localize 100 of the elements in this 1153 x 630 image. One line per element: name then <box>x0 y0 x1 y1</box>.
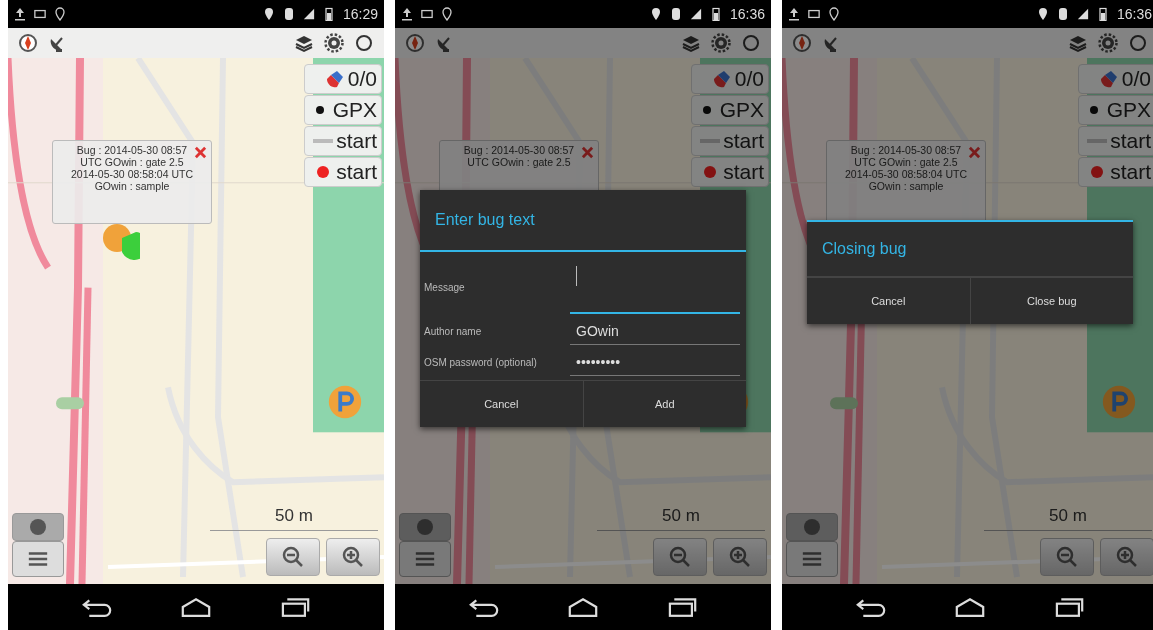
map-overlay-button[interactable]: 0/0 <box>304 64 382 94</box>
home-icon[interactable] <box>566 596 600 618</box>
zoom-in-button[interactable] <box>326 538 380 576</box>
battery-icon <box>1096 7 1109 21</box>
map-overlay-button[interactable]: start <box>691 126 769 156</box>
location-pin-icon <box>262 7 275 21</box>
map-overlay-button[interactable]: 0/0 <box>1078 64 1153 94</box>
signal-icon <box>302 7 315 21</box>
map-overlay-button[interactable]: start <box>1078 126 1153 156</box>
scale-bar: 50 m <box>597 506 765 531</box>
zoom-out-icon <box>281 545 305 569</box>
image-icon <box>421 7 433 21</box>
map-overlay-button[interactable]: GPX <box>691 95 769 125</box>
zoom-out-button[interactable] <box>266 538 320 576</box>
parking-icon <box>1100 383 1138 421</box>
menu-button[interactable] <box>399 541 451 577</box>
map-overlay-button[interactable]: GPX <box>304 95 382 125</box>
scale-bar: 50 m <box>210 506 378 531</box>
zoom-in-button[interactable] <box>713 538 767 576</box>
field-label: Author name <box>424 326 483 337</box>
upload-icon <box>14 7 26 21</box>
clock-time: 16:36 <box>729 6 765 22</box>
location-pin-icon <box>1036 7 1049 21</box>
dialog-button[interactable]: Cancel <box>807 278 971 324</box>
zoom-out-icon <box>668 545 692 569</box>
compass-icon[interactable] <box>18 33 38 53</box>
settings-icon[interactable] <box>1098 33 1118 53</box>
clock-time: 16:36 <box>1116 6 1152 22</box>
map-overlay-button[interactable]: start <box>691 157 769 187</box>
satellite-icon <box>711 69 732 89</box>
zoom-out-button[interactable] <box>653 538 707 576</box>
input-field[interactable]: ••••••••• <box>570 349 740 376</box>
dialog-title: Enter bug text <box>420 190 746 252</box>
menu-icon <box>801 549 823 569</box>
settings-icon[interactable] <box>711 33 731 53</box>
bug-popup-text: Bug : 2014-05-30 08:57 <box>850 144 962 156</box>
bug-popup-text: Bug : 2014-05-30 08:57 <box>463 144 575 156</box>
compass-icon[interactable] <box>405 33 425 53</box>
input-field[interactable]: GOwin <box>570 318 740 345</box>
battery-icon <box>322 7 335 21</box>
circle-icon[interactable] <box>741 33 761 53</box>
satellite-icon <box>324 69 345 89</box>
field-label: OSM password (optional) <box>424 357 538 368</box>
close-icon[interactable] <box>581 146 594 159</box>
map-overlay-button[interactable]: start <box>304 157 382 187</box>
bug-popup-text: 2014-05-30 08:58:04 UTC <box>845 168 967 180</box>
close-icon[interactable] <box>968 146 981 159</box>
clock-time: 16:29 <box>342 6 378 22</box>
bug-popup-text: UTC GOwin : gate 2.5 <box>80 156 184 168</box>
circle-icon[interactable] <box>1128 33 1148 53</box>
dialog-button[interactable]: Add <box>583 381 746 427</box>
map-overlay-button[interactable]: GPX <box>1078 95 1153 125</box>
map-overlay-button[interactable]: start <box>1078 157 1153 187</box>
bug-popup-text: GOwin : sample <box>94 180 170 192</box>
location-pin-icon <box>441 7 453 21</box>
image-icon <box>808 7 820 21</box>
map-overlay-button[interactable]: 0/0 <box>691 64 769 94</box>
image-icon <box>34 7 46 21</box>
menu-icon <box>414 549 436 569</box>
settings-icon[interactable] <box>324 33 344 53</box>
bug-popup-text: UTC GOwin : gate 2.5 <box>854 156 958 168</box>
location-pin-icon <box>54 7 66 21</box>
zoom-in-icon <box>728 545 752 569</box>
home-icon[interactable] <box>953 596 987 618</box>
layers-icon[interactable] <box>1068 33 1088 53</box>
dialog-button[interactable]: Cancel <box>420 381 584 427</box>
layers-icon[interactable] <box>681 33 701 53</box>
zoom-in-icon <box>1115 545 1139 569</box>
map-overlay-button[interactable]: start <box>304 126 382 156</box>
zoom-in-button[interactable] <box>1100 538 1153 576</box>
zoom-out-button[interactable] <box>1040 538 1094 576</box>
battery-icon <box>709 7 722 21</box>
upload-icon <box>788 7 800 21</box>
close-icon[interactable] <box>194 146 207 159</box>
signal-icon <box>1076 7 1089 21</box>
dialog-title: Closing bug <box>807 222 1133 277</box>
road-sign-icon <box>830 397 858 410</box>
compass-icon[interactable] <box>792 33 812 53</box>
upload-icon <box>401 7 413 21</box>
zoom-out-icon <box>1055 545 1079 569</box>
bug-popup-text: 2014-05-30 08:58:04 UTC <box>71 168 193 180</box>
field-label: Message <box>424 281 466 293</box>
menu-icon <box>27 549 49 569</box>
zoom-in-icon <box>341 545 365 569</box>
location-pin-icon <box>828 7 840 21</box>
location-pin-icon <box>649 7 662 21</box>
bug-popup-text: GOwin : sample <box>868 180 944 192</box>
satellite-icon <box>1098 69 1119 89</box>
dialog-button[interactable]: Close bug <box>970 278 1133 324</box>
menu-button[interactable] <box>12 541 64 577</box>
bug-popup-text: UTC GOwin : gate 2.5 <box>467 156 571 168</box>
road-sign-icon <box>56 397 84 410</box>
signal-icon <box>689 7 702 21</box>
parking-icon <box>326 383 364 421</box>
scale-bar: 50 m <box>984 506 1152 531</box>
bug-popup-text: Bug : 2014-05-30 08:57 <box>76 144 188 156</box>
home-icon[interactable] <box>179 596 213 618</box>
circle-icon[interactable] <box>354 33 374 53</box>
layers-icon[interactable] <box>294 33 314 53</box>
menu-button[interactable] <box>786 541 838 577</box>
